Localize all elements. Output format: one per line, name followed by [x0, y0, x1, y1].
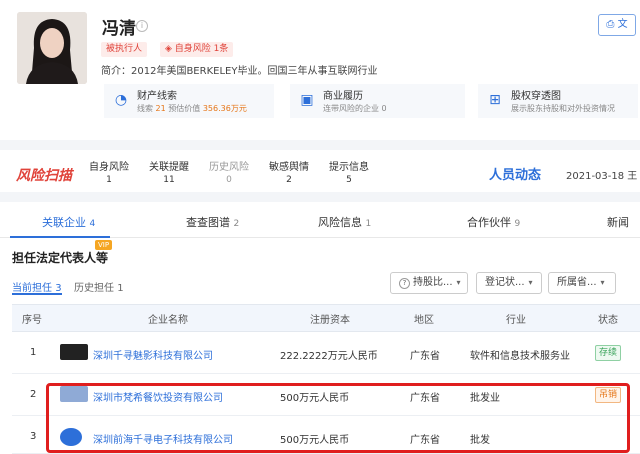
- tab-risk-info[interactable]: 风险信息 1: [318, 214, 371, 230]
- shield-icon: ◈: [165, 44, 172, 54]
- status-badge: 存续: [595, 345, 622, 361]
- section-title: 担任法定代表人等: [12, 251, 109, 265]
- metric-business-history[interactable]: ▣ 商业履历 连带风险的企业 0: [290, 84, 465, 118]
- subtab-history[interactable]: 历史担任 1: [74, 279, 124, 294]
- vip-badge: VIP: [95, 240, 113, 250]
- chevron-down-icon: ▾: [600, 278, 605, 287]
- chevron-down-icon: ▾: [456, 278, 461, 287]
- risk-history[interactable]: 历史风险 0: [209, 158, 249, 185]
- filter-shareholding[interactable]: ? 持股比... ▾: [390, 272, 468, 294]
- metric-title: 股权穿透图: [511, 91, 561, 102]
- person-name: 冯清: [102, 19, 136, 39]
- metric-detail: 线索 21 预估价值 356.36万元: [137, 104, 247, 113]
- metric-detail: 展示股东持股和对外投资情况: [511, 104, 615, 113]
- risk-related[interactable]: 关联提醒 11: [149, 158, 189, 185]
- risk-scan-logo: 风险扫描: [16, 168, 72, 184]
- cell-region: 广东省: [410, 351, 440, 362]
- tab-related-companies[interactable]: 关联企业 4: [42, 214, 95, 230]
- info-icon[interactable]: i: [136, 20, 148, 32]
- people-updates[interactable]: 人员动态: [489, 164, 541, 183]
- chevron-down-icon: ▾: [528, 278, 533, 287]
- th-capital: 注册资本: [310, 315, 350, 326]
- help-icon: ?: [399, 278, 410, 289]
- th-no: 序号: [22, 315, 42, 326]
- cell-industry: 软件和信息技术服务业: [470, 351, 570, 362]
- subtab-current[interactable]: 当前担任 3: [12, 279, 62, 294]
- th-company: 企业名称: [148, 315, 188, 326]
- cell-no: 3: [30, 431, 37, 442]
- metric-title: 商业履历: [323, 91, 363, 102]
- tag-executed-person[interactable]: 被执行人: [101, 42, 148, 57]
- cell-no: 1: [30, 347, 37, 358]
- metric-asset-clues[interactable]: ◔ 财产线索 线索 21 预估价值 356.36万元: [104, 84, 274, 118]
- avatar: [17, 12, 87, 84]
- document-icon: ⎙: [606, 19, 615, 30]
- cell-no: 2: [30, 389, 37, 400]
- org-chart-icon: ⊞: [489, 92, 501, 108]
- subtab-indicator: [12, 293, 62, 295]
- tag-own-risk-label: 自身风险 1条: [174, 44, 229, 54]
- tag-own-risk[interactable]: ◈ 自身风险 1条: [160, 42, 234, 57]
- risk-hints[interactable]: 提示信息 5: [329, 158, 369, 185]
- company-name-link[interactable]: 深圳千寻魅影科技有限公司: [93, 347, 213, 362]
- th-industry: 行业: [506, 315, 526, 326]
- highlight-box: [46, 383, 630, 453]
- document-button-label: 文: [617, 19, 628, 30]
- tab-graph[interactable]: 查查图谱 2: [186, 214, 239, 230]
- metric-equity-chart[interactable]: ⊞ 股权穿透图 展示股东持股和对外投资情况: [478, 84, 638, 118]
- company-logo: [60, 344, 88, 360]
- filter-province[interactable]: 所属省... ▾: [548, 272, 616, 294]
- filter-reg-status[interactable]: 登记状... ▾: [476, 272, 542, 294]
- briefcase-icon: ▣: [300, 92, 314, 108]
- cell-capital: 222.2222万元人民币: [280, 351, 378, 362]
- metric-detail: 连带风险的企业 0: [323, 104, 387, 113]
- risk-sentiment[interactable]: 敏感舆情 2: [269, 158, 309, 185]
- profile-intro: 简介：2012年美国BERKELEY毕业。回国三年从事互联网行业: [101, 66, 378, 77]
- metric-title: 财产线索: [137, 91, 177, 102]
- finance-icon: ◔: [114, 92, 128, 108]
- document-button[interactable]: ⎙ 文: [598, 14, 636, 36]
- th-region: 地区: [414, 315, 434, 326]
- tab-news[interactable]: 新闻: [607, 214, 629, 230]
- th-status: 状态: [598, 315, 618, 326]
- risk-own[interactable]: 自身风险 1: [89, 158, 129, 185]
- update-date: 2021-03-18 王: [566, 171, 638, 182]
- tab-partners[interactable]: 合作伙伴 9: [467, 214, 520, 230]
